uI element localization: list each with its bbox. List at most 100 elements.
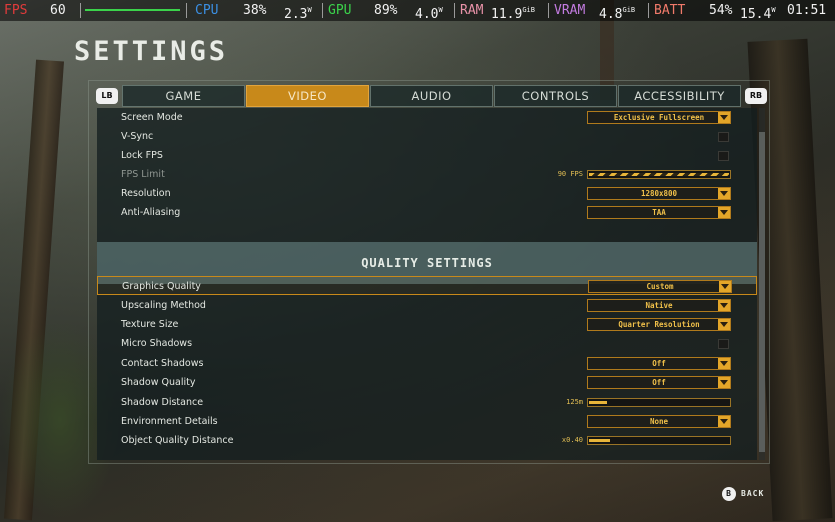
lock-fps-checkbox[interactable] [718,151,729,161]
setting-label: Texture Size [121,319,179,330]
slider-value: 90 FPS [557,170,583,178]
slider-fill [589,401,607,404]
batt-percent: 54% [709,3,733,18]
gpu-power: 4.0W [415,6,443,22]
back-button[interactable]: B BACK [722,486,764,502]
divider [548,3,549,18]
slider-fill [589,439,610,442]
chevron-down-icon [718,358,730,369]
chevron-down-icon [718,377,730,388]
setting-row-contact-shadows[interactable]: Contact Shadows Off [97,354,757,373]
scrollbar[interactable] [759,108,765,460]
ram-label: RAM [460,3,484,18]
setting-row-texture-size[interactable]: Texture Size Quarter Resolution [97,315,757,334]
setting-label: V-Sync [121,131,154,142]
lb-bumper-icon[interactable]: LB [96,88,118,104]
dropdown-value: None [649,417,669,426]
resolution-dropdown[interactable]: 1280x800 [587,187,731,200]
tab-bar: LB GAME VIDEO AUDIO CONTROLS ACCESSIBILI… [94,85,770,107]
contact-shadows-dropdown[interactable]: Off [587,357,731,370]
setting-row-environment-details[interactable]: Environment Details None [97,412,757,431]
setting-label: Contact Shadows [121,358,204,369]
setting-row-shadow-quality[interactable]: Shadow Quality Off [97,373,757,392]
chevron-down-icon [719,281,731,292]
setting-row-micro-shadows[interactable]: Micro Shadows [97,334,757,353]
settings-list: Screen Mode Exclusive Fullscreen V-Sync … [97,108,757,460]
setting-row-graphics-quality[interactable]: Graphics Quality Custom [97,276,757,295]
object-quality-distance-slider[interactable] [587,436,731,445]
rb-bumper-icon[interactable]: RB [745,88,767,104]
shadow-quality-dropdown[interactable]: Off [587,376,731,389]
setting-label: Environment Details [121,416,218,427]
tab-audio[interactable]: AUDIO [370,85,493,107]
vram-label: VRAM [554,3,586,18]
tab-controls[interactable]: CONTROLS [494,85,617,107]
chevron-down-icon [718,207,730,218]
setting-label: Lock FPS [121,150,163,161]
background-tree [3,59,65,521]
setting-row-shadow-distance[interactable]: Shadow Distance 125m [97,393,757,412]
gpu-percent: 89% [374,3,398,18]
slider-value: x0.40 [561,436,583,444]
batt-power: 15.4W [740,6,776,22]
clock: 01:51 [787,3,827,18]
setting-row-lock-fps[interactable]: Lock FPS [97,146,757,165]
setting-label: Resolution [121,188,171,199]
dropdown-value: Custom [646,282,674,291]
tab-accessibility[interactable]: ACCESSIBILITY [618,85,741,107]
slider-value: 125m [566,398,583,406]
page-title: SETTINGS [74,36,229,67]
divider [322,3,323,18]
upscaling-method-dropdown[interactable]: Native [587,299,731,312]
setting-label: Anti-Aliasing [121,207,181,218]
cpu-percent: 38% [243,3,267,18]
setting-label: Graphics Quality [122,281,201,292]
dropdown-value: Quarter Resolution [618,320,700,329]
dropdown-value: 1280x800 [640,189,678,198]
dropdown-value: Off [652,378,666,387]
screen-mode-dropdown[interactable]: Exclusive Fullscreen [587,111,731,124]
divider [186,3,187,18]
setting-row-screen-mode[interactable]: Screen Mode Exclusive Fullscreen [97,108,757,127]
setting-label: FPS Limit [121,169,165,180]
fps-label: FPS [4,3,28,18]
setting-row-resolution[interactable]: Resolution 1280x800 [97,184,757,203]
setting-label: Object Quality Distance [121,435,234,446]
tab-game[interactable]: GAME [122,85,245,107]
chevron-down-icon [718,319,730,330]
dropdown-value: Exclusive Fullscreen [613,113,705,122]
graphics-quality-dropdown[interactable]: Custom [588,280,732,293]
setting-row-object-quality-distance[interactable]: Object Quality Distance x0.40 [97,431,757,450]
dropdown-value: TAA [652,208,666,217]
gpu-label: GPU [328,3,352,18]
fps-value: 60 [50,3,66,18]
setting-label: Shadow Distance [121,397,204,408]
chevron-down-icon [718,416,730,427]
setting-row-anti-aliasing[interactable]: Anti-Aliasing TAA [97,203,757,222]
performance-overlay: FPS 60 CPU 38% 2.3W GPU 89% 4.0W RAM 11.… [0,0,835,22]
tab-video[interactable]: VIDEO [246,85,369,107]
divider [454,3,455,18]
divider [648,3,649,18]
fps-limit-slider[interactable] [587,170,731,179]
environment-details-dropdown[interactable]: None [587,415,731,428]
setting-row-vsync[interactable]: V-Sync [97,127,757,146]
scrollbar-thumb[interactable] [759,132,765,452]
back-label: BACK [741,489,765,498]
texture-size-dropdown[interactable]: Quarter Resolution [587,318,731,331]
cpu-power: 2.3W [284,6,312,22]
shadow-distance-slider[interactable] [587,398,731,407]
chevron-down-icon [718,188,730,199]
ram-value: 11.9GiB [491,6,535,22]
slider-fill [589,173,729,176]
chevron-down-icon [718,300,730,311]
setting-label: Micro Shadows [121,338,193,349]
batt-label: BATT [654,3,686,18]
vsync-checkbox[interactable] [718,132,729,142]
anti-aliasing-dropdown[interactable]: TAA [587,206,731,219]
setting-row-upscaling-method[interactable]: Upscaling Method Native [97,296,757,315]
vram-value: 4.8GiB [599,6,636,22]
setting-label: Upscaling Method [121,300,206,311]
micro-shadows-checkbox[interactable] [718,339,729,349]
setting-label: Screen Mode [121,112,183,123]
